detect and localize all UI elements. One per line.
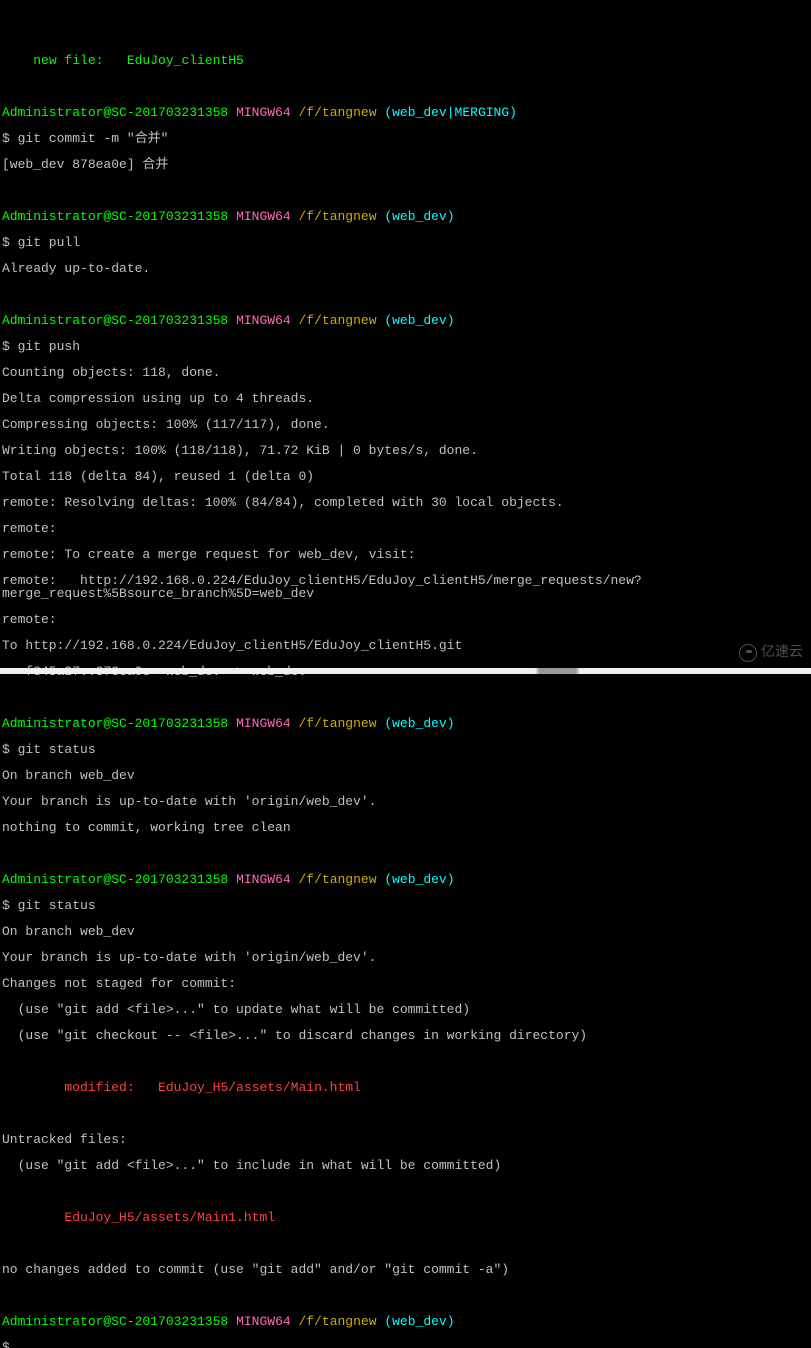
prompt-line: Administrator@SC-201703231358 MINGW64 /f… xyxy=(2,717,809,730)
branch-indicator: (web_dev) xyxy=(384,209,454,224)
output-line: Counting objects: 118, done. xyxy=(2,366,809,379)
output-line: Writing objects: 100% (118/118), 71.72 K… xyxy=(2,444,809,457)
output-line: Changes not staged for commit: xyxy=(2,977,809,990)
output-line: nothing to commit, working tree clean xyxy=(2,821,809,834)
path-sep: / xyxy=(298,716,306,731)
path: f/tangnew xyxy=(306,105,376,120)
prompt-line: Administrator@SC-201703231358 MINGW64 /f… xyxy=(2,314,809,327)
output-line: remote: xyxy=(2,613,809,626)
output-line: On branch web_dev xyxy=(2,925,809,938)
output-line: remote: Resolving deltas: 100% (84/84), … xyxy=(2,496,809,509)
env-label: MINGW64 xyxy=(236,209,291,224)
terminal[interactable]: new file: EduJoy_clientH5 Administrator@… xyxy=(2,54,809,1348)
path: f/tangnew xyxy=(306,209,376,224)
output-line: Already up-to-date. xyxy=(2,262,809,275)
watermark-text: 亿速云 xyxy=(761,646,803,660)
output-line: no changes added to commit (use "git add… xyxy=(2,1263,809,1276)
command-line: $ git status xyxy=(2,899,809,912)
output-line: Untracked files: xyxy=(2,1133,809,1146)
env-label: MINGW64 xyxy=(236,716,291,731)
user-host: Administrator@SC-201703231358 xyxy=(2,1314,228,1329)
command-line: $ git pull xyxy=(2,236,809,249)
untracked-file: EduJoy_H5/assets/Main1.html xyxy=(2,1211,809,1224)
user-host: Administrator@SC-201703231358 xyxy=(2,209,228,224)
env-label: MINGW64 xyxy=(236,1314,291,1329)
output-line: (use "git add <file>..." to update what … xyxy=(2,1003,809,1016)
branch-indicator: (web_dev) xyxy=(384,313,454,328)
branch-indicator: (web_dev) xyxy=(384,716,454,731)
path: f/tangnew xyxy=(306,1314,376,1329)
env-label: MINGW64 xyxy=(236,872,291,887)
path: f/tangnew xyxy=(306,716,376,731)
output-line: Delta compression using up to 4 threads. xyxy=(2,392,809,405)
scrollbar-bottom[interactable] xyxy=(0,668,811,674)
user-host: Administrator@SC-201703231358 xyxy=(2,872,228,887)
command-line: $ git push xyxy=(2,340,809,353)
prompt-line: Administrator@SC-201703231358 MINGW64 /f… xyxy=(2,1315,809,1328)
output-line: Compressing objects: 100% (117/117), don… xyxy=(2,418,809,431)
blank-line xyxy=(2,1185,809,1198)
user-host: Administrator@SC-201703231358 xyxy=(2,716,228,731)
prompt-line: Administrator@SC-201703231358 MINGW64 /f… xyxy=(2,210,809,223)
path-sep: / xyxy=(298,1314,306,1329)
command-line: $ git commit -m "合并" xyxy=(2,132,809,145)
blank-line xyxy=(2,80,809,93)
path: f/tangnew xyxy=(306,872,376,887)
output-line: remote: xyxy=(2,522,809,535)
output-line: To http://192.168.0.224/EduJoy_clientH5/… xyxy=(2,639,809,652)
output-line: remote: http://192.168.0.224/EduJoy_clie… xyxy=(2,574,809,600)
blank-line xyxy=(2,1107,809,1120)
modified-file: modified: EduJoy_H5/assets/Main.html xyxy=(2,1081,809,1094)
user-host: Administrator@SC-201703231358 xyxy=(2,313,228,328)
env-label: MINGW64 xyxy=(236,313,291,328)
branch-indicator: (web_dev) xyxy=(384,872,454,887)
branch-indicator: (web_dev|MERGING) xyxy=(384,105,517,120)
output-line: Total 118 (delta 84), reused 1 (delta 0) xyxy=(2,470,809,483)
command-line: $ git status xyxy=(2,743,809,756)
output-line: (use "git checkout -- <file>..." to disc… xyxy=(2,1029,809,1042)
output-line: On branch web_dev xyxy=(2,769,809,782)
user-host: Administrator@SC-201703231358 xyxy=(2,105,228,120)
blank-line xyxy=(2,184,809,197)
blank-line xyxy=(2,1289,809,1302)
branch-indicator: (web_dev) xyxy=(384,1314,454,1329)
blank-line xyxy=(2,1237,809,1250)
output-line: Your branch is up-to-date with 'origin/w… xyxy=(2,951,809,964)
output-line: (use "git add <file>..." to include in w… xyxy=(2,1159,809,1172)
output-line: remote: To create a merge request for we… xyxy=(2,548,809,561)
cloud-icon xyxy=(739,644,757,662)
prompt-line: Administrator@SC-201703231358 MINGW64 /f… xyxy=(2,873,809,886)
blank-line xyxy=(2,847,809,860)
partial-output: new file: EduJoy_clientH5 xyxy=(2,54,809,67)
prompt-cursor[interactable]: $ xyxy=(2,1341,809,1348)
path: f/tangnew xyxy=(306,313,376,328)
blank-line xyxy=(2,691,809,704)
path-sep: / xyxy=(298,872,306,887)
blank-line xyxy=(2,1055,809,1068)
watermark: 亿速云 xyxy=(739,644,803,662)
output-line: Your branch is up-to-date with 'origin/w… xyxy=(2,795,809,808)
env-label: MINGW64 xyxy=(236,105,291,120)
prompt-line: Administrator@SC-201703231358 MINGW64 /f… xyxy=(2,106,809,119)
blank-line xyxy=(2,288,809,301)
output-line: [web_dev 878ea0e] 合并 xyxy=(2,158,809,171)
